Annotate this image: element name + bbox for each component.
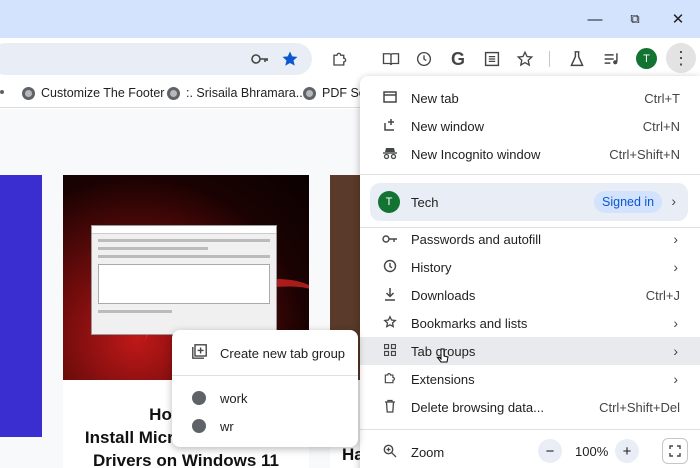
minus-icon: −	[545, 442, 555, 460]
menu-item-extensions[interactable]: Extensions ›	[360, 365, 700, 393]
profile-avatar-button[interactable]: T	[636, 48, 657, 69]
incognito-icon	[381, 146, 399, 163]
group-color-dot	[192, 419, 206, 433]
signed-in-badge: Signed in	[594, 191, 663, 213]
more-vert-icon: ⋮	[672, 47, 690, 68]
extension-puzzle-icon[interactable]	[328, 47, 352, 71]
chevron-right-icon: ›	[673, 259, 678, 275]
menu-profile-row[interactable]: T Tech Signed in ›	[370, 183, 688, 221]
zoom-magnifier-icon	[381, 444, 399, 461]
labs-flask-icon[interactable]	[565, 47, 589, 71]
reading-mode-icon[interactable]	[379, 47, 403, 71]
toolbar-divider	[549, 51, 550, 67]
submenu-separator	[172, 375, 358, 376]
favorites-star-icon[interactable]	[513, 47, 537, 71]
menu-item-bookmarks[interactable]: Bookmarks and lists ›	[360, 309, 700, 337]
menu-item-new-tab[interactable]: New tab Ctrl+T	[360, 84, 700, 112]
chevron-right-icon: ›	[673, 371, 678, 387]
tab-group-item-wr[interactable]: wr	[172, 412, 358, 440]
restore-button[interactable]: ⧉	[617, 4, 653, 34]
bookmark-item[interactable]: PDF Sci	[303, 86, 368, 100]
address-bar[interactable]	[0, 43, 312, 75]
google-icon[interactable]: G	[446, 47, 470, 71]
bookmark-item[interactable]: Customize The Footer	[22, 86, 164, 100]
thumbnail-dialog-graphic	[91, 225, 277, 335]
close-button[interactable]: ✕	[660, 4, 696, 34]
globe-icon	[22, 86, 35, 100]
bookmark-item[interactable]: :. Srisaila Bhramara...	[167, 86, 306, 100]
extension-puzzle-icon	[381, 371, 399, 388]
key-icon[interactable]	[248, 47, 272, 71]
close-icon: ✕	[671, 11, 685, 28]
star-icon	[381, 314, 399, 332]
history-clock-icon[interactable]	[412, 47, 436, 71]
fullscreen-button[interactable]	[662, 438, 688, 464]
fullscreen-icon	[669, 445, 681, 457]
menu-item-new-window[interactable]: New window Ctrl+N	[360, 112, 700, 140]
history-icon	[381, 259, 399, 276]
menu-item-passwords[interactable]: Passwords and autofill ›	[360, 225, 700, 253]
trash-icon	[381, 399, 399, 416]
bookmark-overflow-dot	[0, 90, 4, 94]
menu-item-zoom: Zoom	[360, 438, 700, 466]
profile-name: Tech	[411, 195, 439, 210]
restore-icon: ⧉	[630, 11, 640, 26]
chevron-right-icon: ›	[673, 343, 678, 359]
bookmark-star-icon[interactable]	[278, 47, 302, 71]
zoom-in-button[interactable]: +	[615, 439, 639, 463]
new-tab-icon	[381, 90, 399, 106]
group-color-dot	[192, 391, 206, 405]
menu-item-delete-browsing-data[interactable]: Delete browsing data... Ctrl+Shift+Del	[360, 393, 700, 421]
globe-icon	[167, 86, 180, 100]
menu-item-downloads[interactable]: Downloads Ctrl+J	[360, 281, 700, 309]
profile-avatar: T	[378, 191, 400, 213]
zoom-level: 100%	[575, 444, 609, 459]
reader-list-icon[interactable]	[480, 47, 504, 71]
chevron-right-icon: ›	[673, 231, 678, 247]
chrome-main-menu: New tab Ctrl+T New window Ctrl+N New Inc…	[360, 76, 700, 468]
tab-group-item-work[interactable]: work	[172, 384, 358, 412]
minimize-icon: —	[587, 10, 603, 28]
menu-item-tab-groups[interactable]: Tab groups ›	[360, 337, 700, 365]
article-card-left[interactable]	[0, 175, 42, 437]
minimize-button[interactable]: —	[577, 4, 613, 34]
chevron-right-icon: ›	[671, 193, 676, 209]
tab-groups-submenu: Create new tab group work wr	[172, 330, 358, 447]
tab-groups-icon	[381, 343, 399, 359]
create-new-tab-group-item[interactable]: Create new tab group	[172, 339, 358, 367]
globe-icon	[303, 86, 316, 100]
zoom-out-button[interactable]: −	[538, 439, 562, 463]
plus-icon: +	[622, 442, 632, 460]
add-box-icon	[191, 343, 207, 363]
new-window-icon	[381, 118, 399, 135]
media-queue-icon[interactable]	[600, 47, 624, 71]
title-bar: — ⧉ ✕	[0, 0, 700, 38]
download-icon	[381, 287, 399, 304]
mouse-cursor-icon	[437, 348, 449, 363]
menu-separator	[360, 429, 700, 430]
menu-item-new-incognito[interactable]: New Incognito window Ctrl+Shift+N	[360, 140, 700, 168]
key-icon	[381, 231, 399, 247]
toolbar: G T ⋮	[0, 38, 700, 80]
chevron-right-icon: ›	[673, 315, 678, 331]
menu-separator	[360, 174, 700, 175]
menu-item-history[interactable]: History ›	[360, 253, 700, 281]
chrome-menu-button[interactable]: ⋮	[666, 43, 696, 73]
